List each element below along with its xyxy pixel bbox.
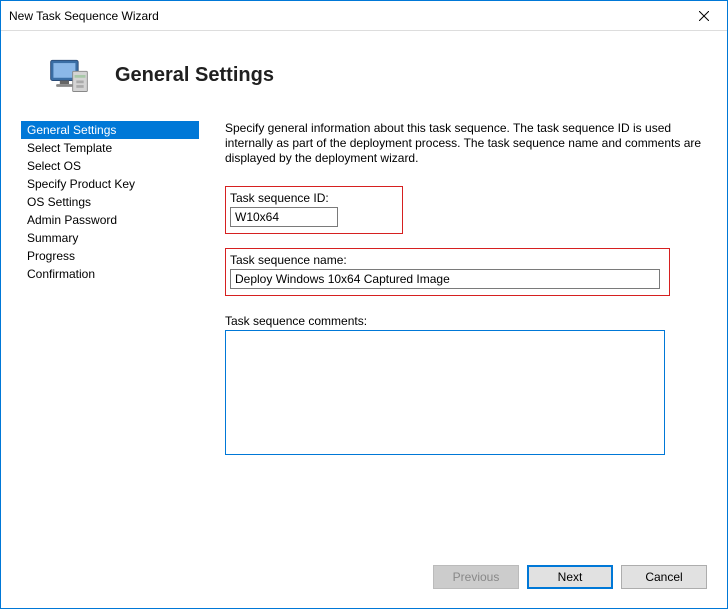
- task-sequence-id-input[interactable]: [230, 207, 338, 227]
- sidebar-item-admin-password[interactable]: Admin Password: [21, 211, 199, 229]
- main-panel: Specify general information about this t…: [199, 121, 707, 560]
- close-icon: [699, 11, 709, 21]
- sidebar-item-confirmation[interactable]: Confirmation: [21, 265, 199, 283]
- titlebar: New Task Sequence Wizard: [1, 1, 727, 31]
- task-sequence-comments-label: Task sequence comments:: [225, 314, 707, 328]
- cancel-button[interactable]: Cancel: [621, 565, 707, 589]
- sidebar-item-progress[interactable]: Progress: [21, 247, 199, 265]
- sidebar-item-select-template[interactable]: Select Template: [21, 139, 199, 157]
- sidebar-item-specify-product-key[interactable]: Specify Product Key: [21, 175, 199, 193]
- wizard-header: General Settings: [1, 31, 727, 121]
- description-text: Specify general information about this t…: [225, 121, 707, 166]
- task-sequence-id-label: Task sequence ID:: [230, 191, 398, 205]
- next-button[interactable]: Next: [527, 565, 613, 589]
- window-title: New Task Sequence Wizard: [9, 9, 159, 23]
- previous-button[interactable]: Previous: [433, 565, 519, 589]
- sidebar-item-summary[interactable]: Summary: [21, 229, 199, 247]
- task-sequence-comments-input[interactable]: [228, 333, 662, 449]
- task-sequence-comments-group: Task sequence comments:: [225, 314, 707, 455]
- computer-icon: [47, 53, 91, 97]
- task-sequence-id-group: Task sequence ID:: [225, 186, 403, 234]
- task-sequence-name-group: Task sequence name:: [225, 248, 670, 296]
- task-sequence-name-label: Task sequence name:: [230, 253, 665, 267]
- sidebar-item-os-settings[interactable]: OS Settings: [21, 193, 199, 211]
- sidebar-item-select-os[interactable]: Select OS: [21, 157, 199, 175]
- wizard-steps-sidebar: General Settings Select Template Select …: [21, 121, 199, 560]
- page-title: General Settings: [115, 64, 274, 87]
- sidebar-item-general-settings[interactable]: General Settings: [21, 121, 199, 139]
- task-sequence-name-input[interactable]: [230, 269, 660, 289]
- close-button[interactable]: [681, 1, 727, 31]
- wizard-footer: Previous Next Cancel: [1, 560, 727, 608]
- content-area: General Settings Select Template Select …: [1, 121, 727, 560]
